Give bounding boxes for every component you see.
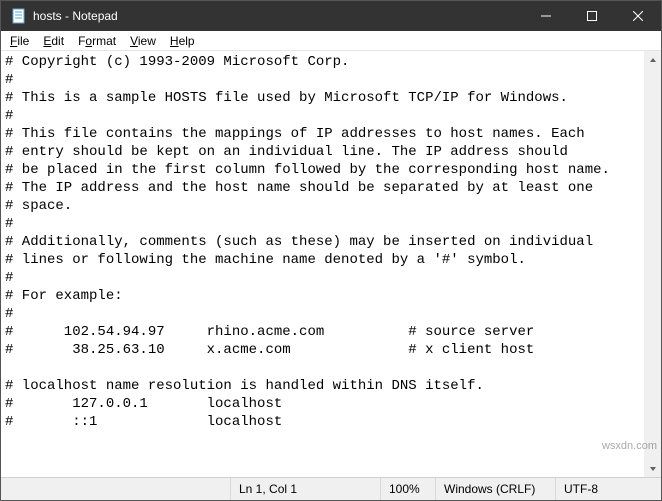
editor-area: # Copyright (c) 1993-2009 Microsoft Corp… xyxy=(1,51,661,477)
statusbar: Ln 1, Col 1 100% Windows (CRLF) UTF-8 xyxy=(1,477,661,500)
menubar: File Edit Format View Help xyxy=(1,31,661,51)
scroll-down-icon[interactable] xyxy=(644,460,661,477)
notepad-icon xyxy=(11,8,27,24)
maximize-button[interactable] xyxy=(569,1,615,31)
status-spacer xyxy=(1,478,230,500)
close-button[interactable] xyxy=(615,1,661,31)
scroll-track[interactable] xyxy=(644,68,661,460)
menu-format[interactable]: Format xyxy=(71,32,123,50)
menu-view[interactable]: View xyxy=(123,32,163,50)
scroll-up-icon[interactable] xyxy=(644,51,661,68)
minimize-button[interactable] xyxy=(523,1,569,31)
status-zoom: 100% xyxy=(380,478,435,500)
status-line-col: Ln 1, Col 1 xyxy=(230,478,380,500)
text-editor[interactable]: # Copyright (c) 1993-2009 Microsoft Corp… xyxy=(1,51,644,477)
menu-help[interactable]: Help xyxy=(163,32,202,50)
titlebar: hosts - Notepad xyxy=(1,1,661,31)
status-line-ending: Windows (CRLF) xyxy=(435,478,555,500)
vertical-scrollbar[interactable] xyxy=(644,51,661,477)
window-controls xyxy=(523,1,661,31)
status-encoding: UTF-8 xyxy=(555,478,661,500)
window-title: hosts - Notepad xyxy=(33,9,523,23)
menu-file[interactable]: File xyxy=(3,32,36,50)
menu-edit[interactable]: Edit xyxy=(36,32,71,50)
